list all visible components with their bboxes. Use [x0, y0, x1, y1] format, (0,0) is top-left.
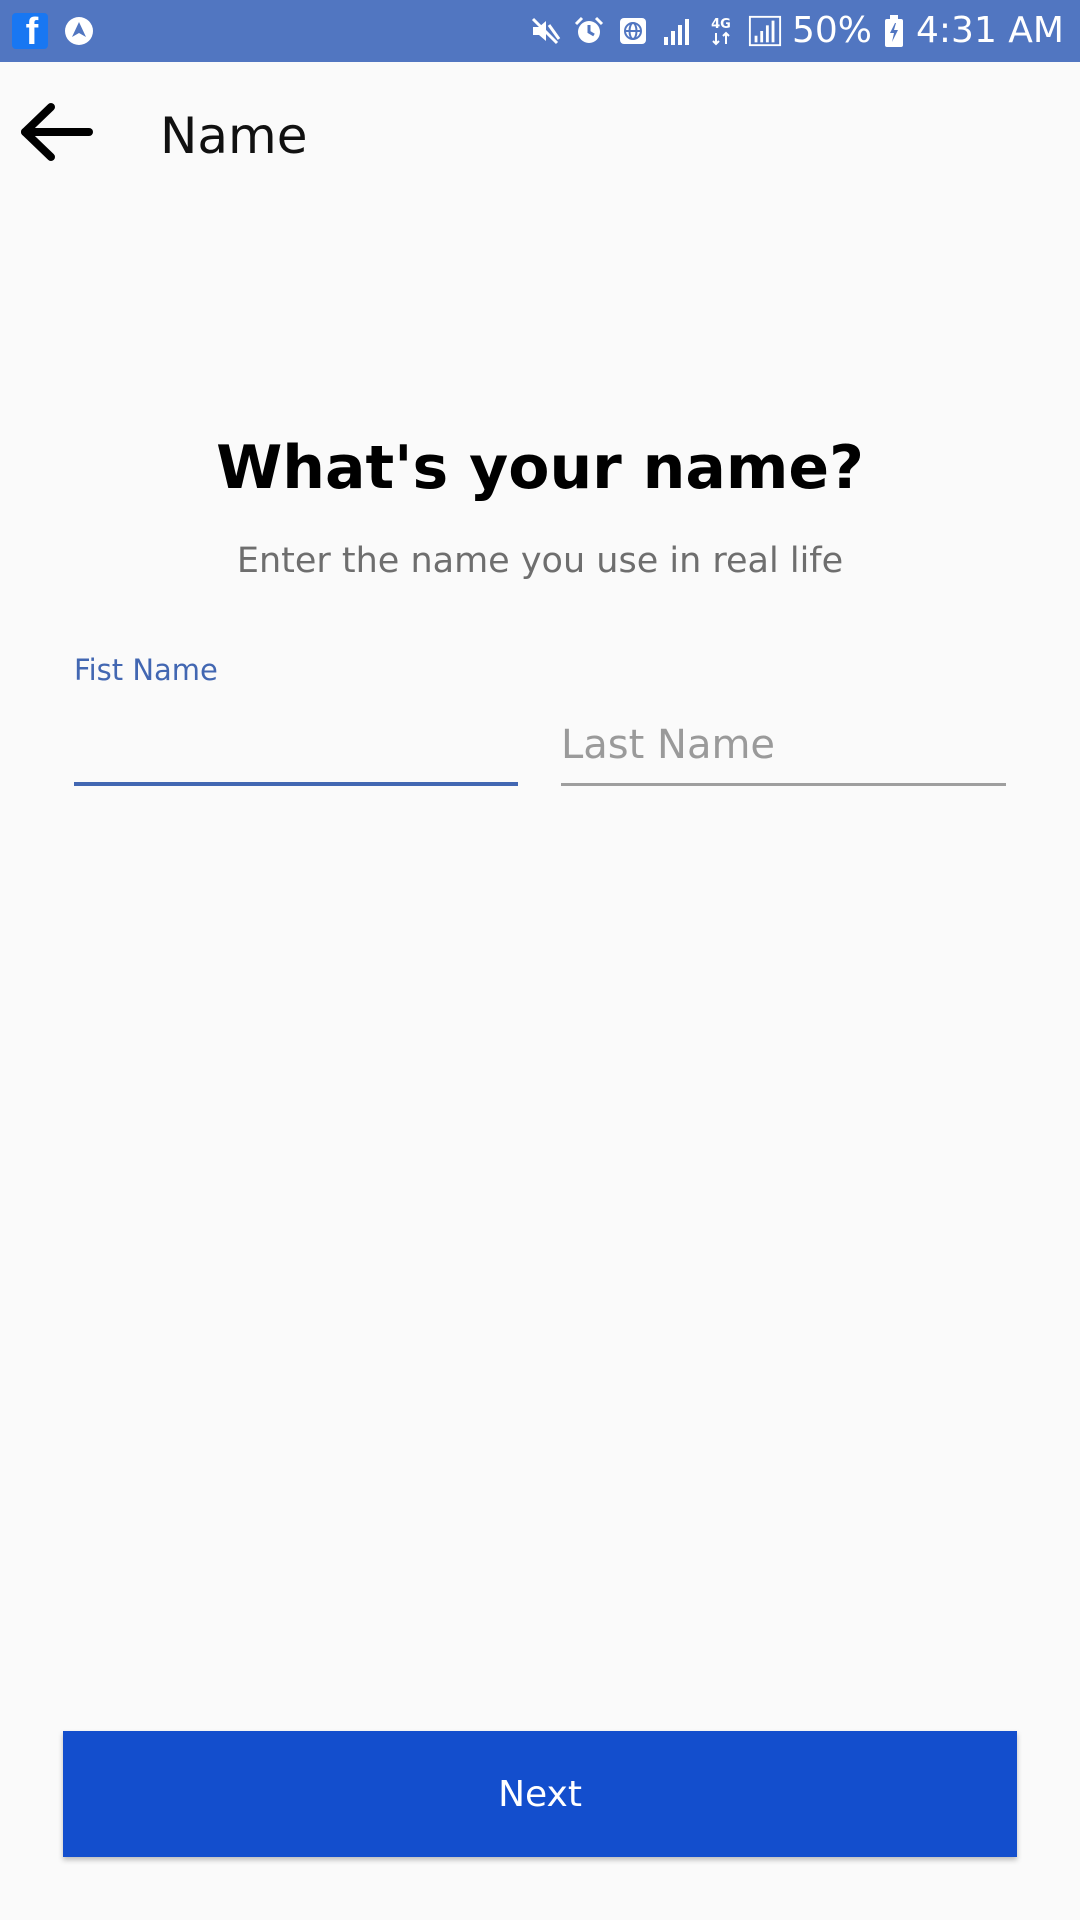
battery-icon — [882, 14, 906, 48]
arrow-left-icon — [21, 103, 93, 161]
next-button-label: Next — [498, 1773, 582, 1815]
signal-icon — [660, 14, 694, 48]
alarm-icon — [572, 14, 606, 48]
status-bar-right: 4G 50% 4:31 AM — [528, 8, 1064, 54]
navigation-icon — [62, 14, 96, 48]
first-name-field[interactable] — [74, 706, 518, 786]
battery-percent: 50% — [792, 10, 873, 51]
last-name-field[interactable] — [561, 706, 1006, 786]
first-name-label: Fist Name — [74, 653, 218, 687]
subheading: Enter the name you use in real life — [236, 541, 844, 581]
facebook-icon: f — [12, 13, 48, 49]
first-name-input[interactable] — [74, 706, 518, 782]
page-title: Name — [160, 107, 308, 165]
4g-icon: 4G — [704, 14, 738, 48]
svg-text:4G: 4G — [711, 17, 731, 32]
status-bar-left: f — [12, 11, 96, 51]
globe-icon — [616, 14, 650, 48]
app-bar: Name — [0, 62, 1080, 214]
status-bar: f 4G 50% 4:31 AM — [0, 0, 1080, 62]
mute-icon — [528, 14, 562, 48]
back-button[interactable] — [14, 100, 98, 164]
heading: What's your name? — [216, 433, 864, 503]
last-name-input[interactable] — [561, 706, 1006, 783]
signal-full-icon — [748, 14, 782, 48]
status-time: 4:31 AM — [916, 10, 1064, 51]
next-button[interactable]: Next — [63, 1731, 1017, 1857]
